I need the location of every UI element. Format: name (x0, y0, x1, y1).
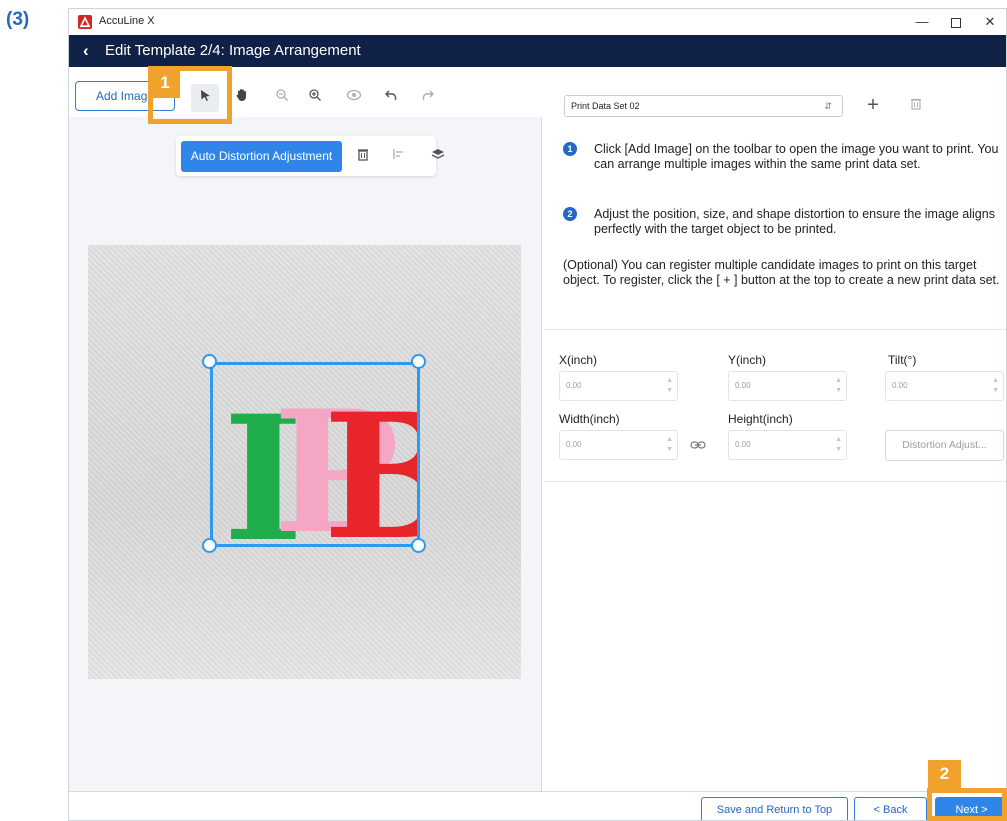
maximize-icon (951, 17, 961, 28)
page-header: ‹ Edit Template 2/4: Image Arrangement (69, 35, 1006, 67)
zoom-in-icon[interactable] (305, 87, 325, 107)
tilt-value: 0.00 (892, 381, 908, 390)
height-spin-icon[interactable]: ▲ ▼ (835, 435, 842, 455)
resize-handle-top-right[interactable] (411, 354, 426, 369)
instruction-text-2: Adjust the position, size, and shape dis… (594, 207, 995, 236)
maximize-button[interactable] (939, 10, 973, 34)
selection-context-toolbar: Auto Distortion Adjustment (176, 136, 445, 176)
height-value: 0.00 (735, 440, 751, 449)
select-arrows-icon: ⇵ (824, 101, 832, 111)
x-spin-icon[interactable]: ▲ ▼ (666, 376, 673, 396)
height-label: Height(inch) (728, 412, 793, 426)
app-title: AccuLine X (99, 15, 155, 27)
delete-data-set-icon[interactable] (908, 97, 924, 113)
page-title: Edit Template 2/4: Image Arrangement (105, 42, 361, 59)
instruction-text-1: Click [Add Image] on the toolbar to open… (594, 142, 999, 171)
footer-bar: Save and Return to Top < Back Next > (69, 791, 1006, 820)
divider (543, 329, 1006, 330)
x-input[interactable]: 0.00 ▲ ▼ (559, 371, 678, 401)
zoom-out-icon[interactable] (272, 87, 292, 107)
auto-distortion-button[interactable]: Auto Distortion Adjustment (181, 141, 342, 172)
x-value: 0.00 (566, 381, 582, 390)
delete-icon[interactable] (354, 147, 372, 165)
instruction-number-2: 2 (563, 207, 577, 221)
title-bar: AccuLine X — ✕ (69, 9, 1006, 35)
y-value: 0.00 (735, 381, 751, 390)
resize-handle-bottom-left[interactable] (202, 538, 217, 553)
x-label: X(inch) (559, 353, 598, 367)
align-left-icon[interactable] (390, 147, 408, 165)
callout-badge-2: 2 (928, 760, 961, 788)
width-value: 0.00 (566, 440, 582, 449)
selected-image-frame[interactable]: I P B (210, 362, 420, 547)
y-input[interactable]: 0.00 ▲ ▼ (728, 371, 847, 401)
save-return-button[interactable]: Save and Return to Top (701, 797, 848, 820)
link-aspect-icon[interactable] (690, 439, 706, 453)
hand-icon[interactable] (232, 87, 252, 107)
next-button[interactable]: Next > (935, 797, 1006, 820)
callout-badge-1: 1 (150, 68, 180, 98)
app-logo-icon (78, 15, 92, 29)
app-window: AccuLine X — ✕ ‹ Edit Template 2/4: Imag… (68, 8, 1007, 821)
print-data-set-value: Print Data Set 02 (571, 101, 640, 111)
canvas-pane: Add Image Auto Distortion Adjustment I P (69, 67, 542, 791)
layers-icon[interactable] (429, 147, 447, 165)
ipb-logo-image: I P B (223, 373, 417, 543)
y-label: Y(inch) (728, 353, 767, 367)
screenshot-root: (3) AccuLine X — ✕ ‹ Edit Template 2/4: … (0, 0, 1007, 821)
back-button[interactable]: < Back (854, 797, 927, 820)
tilt-label: Tilt(°) (888, 353, 917, 367)
close-button[interactable]: ✕ (973, 10, 1006, 34)
back-chevron-icon[interactable]: ‹ (83, 41, 89, 61)
tilt-input[interactable]: 0.00 ▲ ▼ (885, 371, 1004, 401)
select-arrow-icon[interactable] (195, 87, 215, 107)
preview-eye-icon[interactable] (344, 87, 364, 107)
width-input[interactable]: 0.00 ▲ ▼ (559, 430, 678, 460)
undo-icon[interactable] (381, 87, 401, 107)
canvas-toolbar: Add Image (69, 67, 542, 117)
distortion-adjust-button[interactable]: Distortion Adjust... (885, 430, 1004, 461)
resize-handle-bottom-right[interactable] (411, 538, 426, 553)
width-spin-icon[interactable]: ▲ ▼ (666, 435, 673, 455)
optional-note: (Optional) You can register multiple can… (563, 258, 1000, 287)
divider (543, 481, 1006, 482)
resize-handle-top-left[interactable] (202, 354, 217, 369)
instruction-number-1: 1 (563, 142, 577, 156)
add-data-set-button[interactable]: + (863, 93, 883, 117)
y-spin-icon[interactable]: ▲ ▼ (835, 376, 842, 396)
print-data-set-select[interactable]: Print Data Set 02 ⇵ (564, 95, 843, 117)
step-label: (3) (6, 9, 30, 30)
minimize-button[interactable]: — (905, 10, 939, 34)
height-input[interactable]: 0.00 ▲ ▼ (728, 430, 847, 460)
tilt-spin-icon[interactable]: ▲ ▼ (992, 376, 999, 396)
properties-panel: Print Data Set 02 ⇵ + 1 Click [Add Image… (543, 67, 1006, 791)
width-label: Width(inch) (559, 412, 620, 426)
logo-letter-b: B (323, 375, 417, 543)
redo-icon[interactable] (418, 87, 438, 107)
